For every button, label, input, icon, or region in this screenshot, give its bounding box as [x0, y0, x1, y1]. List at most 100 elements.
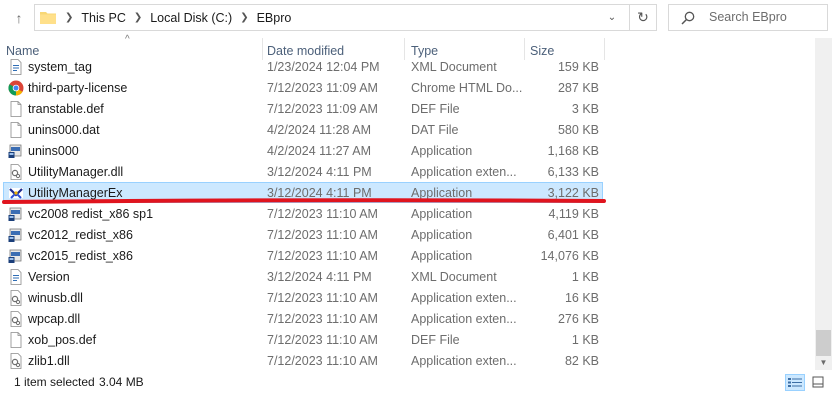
file-row[interactable]: UtilityManager.dll 3/12/2024 4:11 PM Appli…	[3, 161, 603, 182]
xml-file-icon	[10, 269, 22, 285]
chevron-right-icon[interactable]: ❯	[130, 12, 146, 23]
file-row[interactable]: vc2008 redist_x86 sp1 7/12/2023 11:10 AM A…	[3, 203, 603, 224]
file-row[interactable]: xob_pos.def 7/12/2023 11:10 AM DEF File 1 K…	[3, 329, 603, 350]
file-name: Version	[28, 270, 70, 284]
chevron-right-icon[interactable]: ❯	[61, 12, 77, 23]
scrollbar-thumb[interactable]	[816, 330, 831, 356]
file-size: 1,168 KB	[547, 144, 599, 158]
chevron-right-icon[interactable]: ❯	[236, 12, 252, 23]
installer-icon	[8, 207, 22, 221]
file-name: xob_pos.def	[28, 333, 97, 347]
search-placeholder: Search EBpro	[709, 10, 787, 24]
xml-file-icon	[10, 59, 22, 75]
file-name: unins000.dat	[28, 123, 100, 137]
selection-count: 1 item selected	[14, 375, 95, 389]
large-icons-view-button[interactable]	[808, 374, 828, 391]
file-row[interactable]: wpcap.dll 7/12/2023 11:10 AM Application e…	[3, 308, 603, 329]
file-date-modified: 1/23/2024 12:04 PM	[267, 60, 380, 74]
vertical-scrollbar[interactable]	[815, 38, 832, 370]
file-size: 4,119 KB	[548, 207, 599, 221]
file-type: Application	[411, 144, 473, 158]
file-date-modified: 4/2/2024 11:28 AM	[267, 123, 372, 137]
chevron-down-icon[interactable]: ⌄	[602, 5, 622, 30]
file-size: 16 KB	[564, 291, 599, 305]
details-view-button[interactable]	[785, 374, 805, 391]
file-row[interactable]: unins000 4/2/2024 11:27 AM Application 1,16…	[3, 140, 603, 161]
blank-file-icon	[10, 101, 22, 117]
file-name: wpcap.dll	[28, 312, 81, 326]
file-type: Application exten...	[411, 165, 517, 179]
blank-file-icon	[10, 332, 22, 348]
file-date-modified: 7/12/2023 11:09 AM	[267, 102, 378, 116]
file-type: XML Document	[411, 60, 497, 74]
file-date-modified: 7/12/2023 11:10 AM	[267, 228, 378, 242]
file-name: unins000	[28, 144, 79, 158]
file-name: system_tag	[28, 60, 92, 74]
file-size: 580 KB	[557, 123, 599, 137]
file-row[interactable]: Version 3/12/2024 4:11 PM XML Document 1 KB	[3, 266, 603, 287]
file-date-modified: 7/12/2023 11:10 AM	[267, 354, 378, 368]
file-row[interactable]: vc2015_redist_x86 7/12/2023 11:10 AM Appli…	[3, 245, 603, 266]
file-row[interactable]: unins000.dat 4/2/2024 11:28 AM DAT File 580…	[3, 119, 603, 140]
refresh-icon[interactable]: ↻	[629, 5, 656, 30]
file-date-modified: 7/12/2023 11:10 AM	[267, 207, 378, 221]
file-name: transtable.def	[28, 102, 104, 116]
file-size: 6,133 KB	[547, 165, 599, 179]
file-size: 14,076 KB	[540, 249, 599, 263]
file-name: third-party-license	[28, 81, 128, 95]
file-date-modified: 7/12/2023 11:10 AM	[267, 291, 378, 305]
installer-icon	[8, 144, 22, 158]
file-type: DAT File	[411, 123, 459, 137]
file-row[interactable]: zlib1.dll 7/12/2023 11:10 AM Application e…	[3, 350, 603, 370]
file-row[interactable]: system_tag 1/23/2024 12:04 PM XML Document…	[3, 56, 603, 77]
dll-file-icon	[10, 164, 22, 180]
toolbar: ↑ ❯ This PC ❯ Local Disk (C:) ❯ EBpro ⌄ …	[0, 0, 832, 36]
file-list: system_tag 1/23/2024 12:04 PM XML Document…	[0, 56, 815, 370]
file-date-modified: 7/12/2023 11:09 AM	[267, 81, 378, 95]
scroll-down-arrow-icon[interactable]: ▼	[815, 358, 832, 370]
file-size: 159 KB	[557, 60, 599, 74]
file-size: 82 KB	[564, 354, 599, 368]
file-date-modified: 7/12/2023 11:10 AM	[267, 312, 378, 326]
up-arrow-icon[interactable]: ↑	[10, 8, 28, 28]
file-type: DEF File	[411, 102, 460, 116]
file-date-modified: 7/12/2023 11:10 AM	[267, 333, 378, 347]
file-row[interactable]: transtable.def 7/12/2023 11:09 AM DEF File…	[3, 98, 603, 119]
search-icon	[681, 11, 695, 25]
file-type: Application exten...	[411, 354, 517, 368]
file-name: vc2015_redist_x86	[28, 249, 133, 263]
breadcrumb-local-disk[interactable]: Local Disk (C:)	[146, 11, 236, 25]
blank-file-icon	[10, 122, 22, 138]
red-underline-annotation	[2, 198, 606, 204]
file-size: 6,401 KB	[547, 228, 599, 242]
file-type: XML Document	[411, 270, 497, 284]
status-bar: 1 item selected 3.04 MB	[0, 371, 832, 394]
file-row[interactable]: vc2012_redist_x86 7/12/2023 11:10 AM Appli…	[3, 224, 603, 245]
file-size: 1 KB	[571, 333, 599, 347]
selection-size: 3.04 MB	[99, 375, 144, 389]
file-size: 276 KB	[557, 312, 599, 326]
file-type: DEF File	[411, 333, 460, 347]
chrome-icon	[8, 80, 24, 96]
dll-file-icon	[10, 311, 22, 327]
search-input[interactable]: Search EBpro	[668, 4, 828, 31]
details-view-icon	[788, 378, 802, 387]
file-type: Application exten...	[411, 312, 517, 326]
file-row[interactable]: winusb.dll 7/12/2023 11:10 AM Application …	[3, 287, 603, 308]
file-name: winusb.dll	[28, 291, 83, 305]
file-row[interactable]: third-party-license 7/12/2023 11:09 AM Chr…	[3, 77, 603, 98]
address-bar[interactable]: ❯ This PC ❯ Local Disk (C:) ❯ EBpro ⌄ ↻	[34, 4, 657, 31]
breadcrumb: ❯ This PC ❯ Local Disk (C:) ❯ EBpro	[61, 5, 295, 30]
breadcrumb-this-pc[interactable]: This PC	[77, 11, 129, 25]
file-type: Application	[411, 207, 473, 221]
breadcrumb-ebpro[interactable]: EBpro	[253, 11, 296, 25]
file-name: vc2008 redist_x86 sp1	[28, 207, 154, 221]
file-type: Chrome HTML Do...	[411, 81, 523, 95]
file-name: zlib1.dll	[28, 354, 70, 368]
dll-file-icon	[10, 290, 22, 306]
file-type: Application exten...	[411, 291, 517, 305]
file-date-modified: 7/12/2023 11:10 AM	[267, 249, 378, 263]
folder-icon	[40, 12, 56, 24]
installer-icon	[8, 228, 22, 242]
file-type: Application	[411, 228, 473, 242]
